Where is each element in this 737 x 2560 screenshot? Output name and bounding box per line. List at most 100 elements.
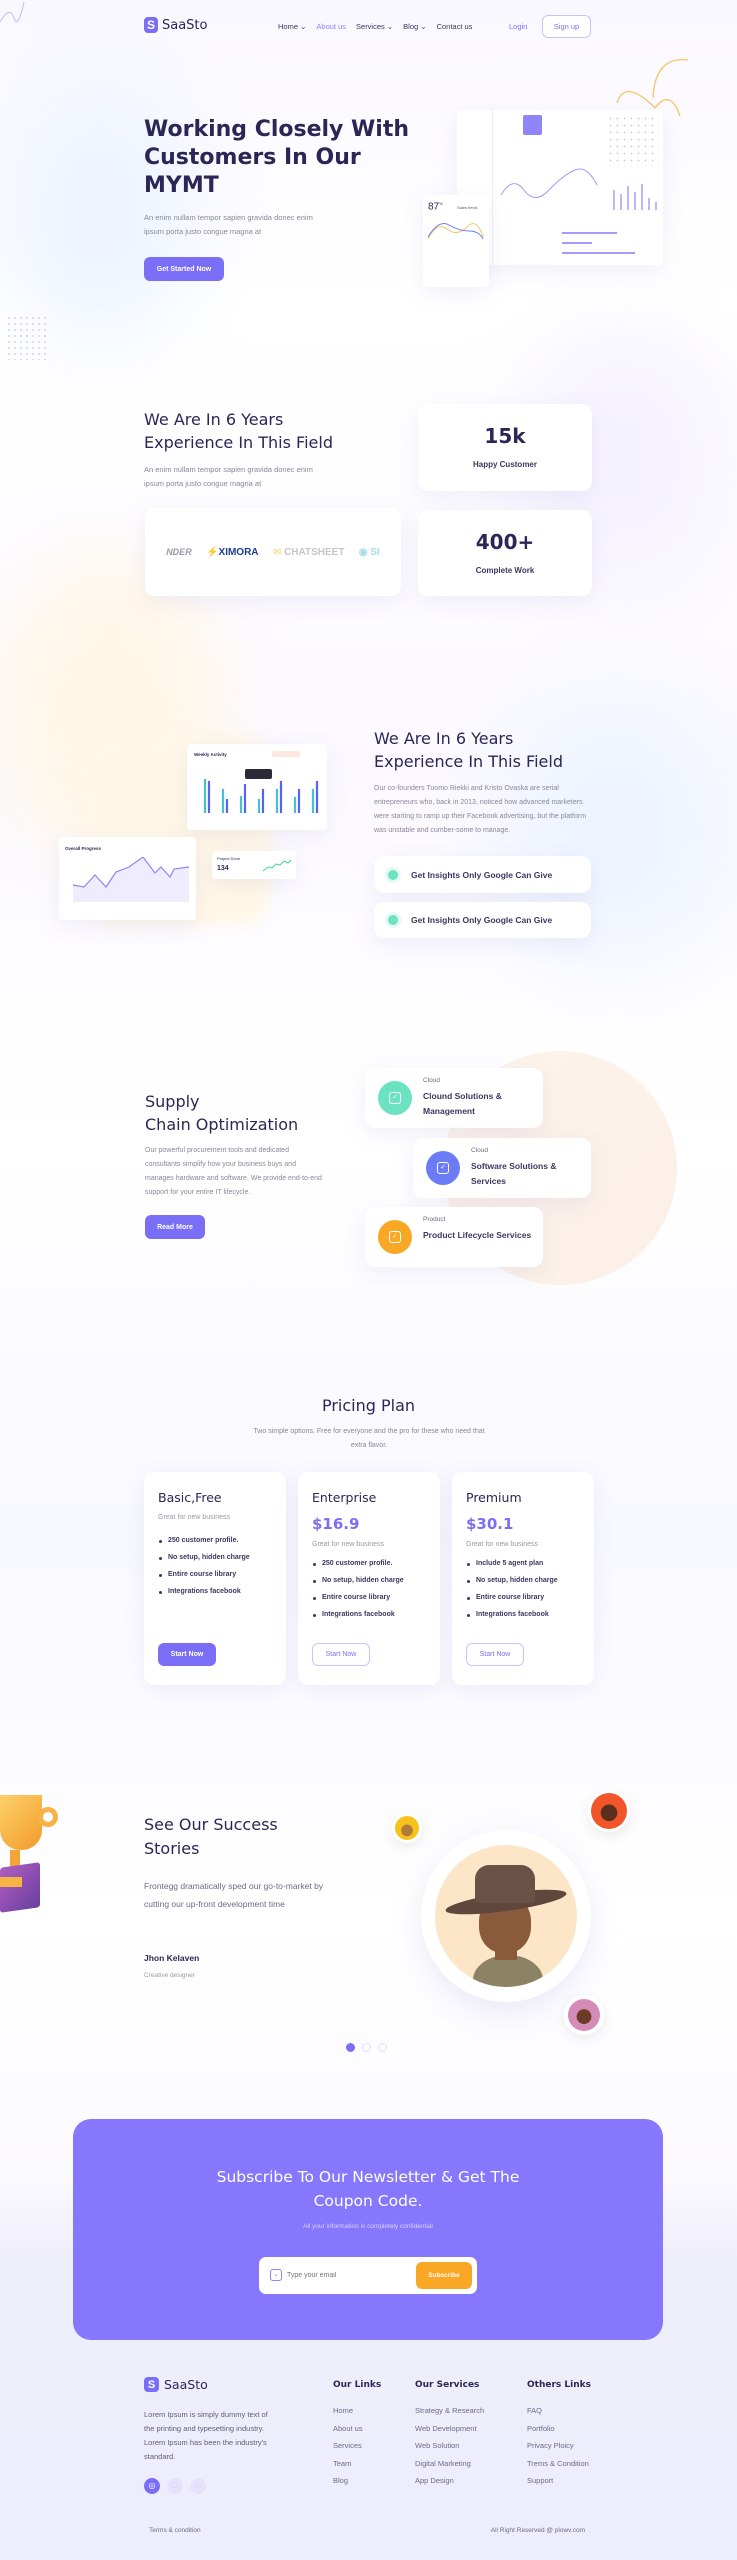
plan-feature: Entire course library: [312, 1594, 404, 1601]
avatar-small[interactable]: [588, 1790, 630, 1832]
nav-contact[interactable]: Contact us: [437, 22, 473, 31]
footer-link[interactable]: Portfolio: [527, 2424, 591, 2433]
bullet-icon: [388, 915, 398, 925]
footer-link[interactable]: About us: [333, 2424, 381, 2433]
youtube-icon[interactable]: ▭: [190, 2478, 206, 2494]
stat-label: Happy Customer: [472, 460, 537, 469]
read-more-button[interactable]: Read More: [145, 1215, 205, 1239]
footer-link[interactable]: Support: [527, 2476, 591, 2485]
signup-button[interactable]: Sign up: [542, 15, 591, 38]
service-title: Clound Solutions & Management: [423, 1091, 502, 1116]
nav-label: About us: [316, 22, 347, 31]
terms-link[interactable]: Terms & condition: [149, 2527, 201, 2534]
footer-link[interactable]: Digital Marketing: [415, 2459, 484, 2468]
partner-logo: ◉ SI: [358, 546, 380, 558]
service-icon-circle: ✓: [378, 1220, 412, 1254]
mail-icon: ⌄: [270, 2269, 282, 2281]
plan-feature: No setup, hidden charge: [466, 1577, 558, 1584]
footer-link[interactable]: App Design: [415, 2476, 484, 2485]
carousel-dot[interactable]: [378, 2043, 387, 2052]
plan-feature: 250 customer profile.: [312, 1560, 404, 1567]
overall-progress-card: Overall Progress: [59, 837, 196, 920]
carousel-dot[interactable]: [362, 2043, 371, 2052]
pricing-subtitle: Two simple options. Free for everyone an…: [253, 1428, 485, 1449]
sales-trend-label: Sales trend: [457, 205, 478, 210]
trophy-illustration: [0, 1795, 70, 1913]
subscribe-button[interactable]: Subscribe: [416, 2262, 472, 2289]
stat-value: 400+: [475, 530, 535, 554]
service-title: Product Lifecycle Services: [423, 1230, 532, 1240]
start-now-button[interactable]: Start Now: [312, 1643, 370, 1666]
project-done-label: Project Done: [217, 856, 241, 861]
nav-label: Services: [356, 22, 385, 31]
plan-name: Basic,Free: [158, 1490, 222, 1505]
nav-label: Home: [278, 22, 299, 31]
footer-link[interactable]: Services: [333, 2441, 381, 2450]
experience-text: An enim nullam tempor sapien gravida don…: [144, 465, 313, 488]
stat-label: Complete Work: [475, 566, 535, 575]
service-card[interactable]: ✓ Cloud Software Solutions & Services: [413, 1138, 591, 1198]
footer-link[interactable]: Blog: [333, 2476, 381, 2485]
hero-text: An enim nullam tempor sapien gravida don…: [144, 213, 313, 236]
avatar-small[interactable]: [392, 1813, 422, 1843]
footer-column: Our Links Home About us Services Team Blog: [333, 2380, 381, 2494]
pricing-title: Pricing Plan: [321, 1396, 416, 1415]
weekly-activity-card: Weekly Activity: [187, 744, 327, 830]
check-icon: ✓: [437, 1162, 449, 1174]
footer-column: Others Links FAQ Portfolio Privacy Ploicy T…: [527, 2380, 591, 2494]
linkedin-icon[interactable]: ▢: [167, 2478, 183, 2494]
pricing-card: Premium $30.1 Great for new business Inc…: [452, 1472, 594, 1685]
plan-feature: Entire course library: [466, 1594, 558, 1601]
overall-progress-label: Overall Progress: [65, 846, 102, 851]
footer-link[interactable]: Team: [333, 2459, 381, 2468]
pricing-card: Enterprise $16.9 Great for new business …: [298, 1472, 440, 1685]
about-title: We Are In 6 Years Experience In This Fie…: [374, 729, 563, 771]
feature-pill: Get Insights Only Google Can Give: [374, 856, 591, 893]
hero-title: Working Closely With Customers In Our MY…: [144, 117, 410, 198]
service-card[interactable]: ✓ Cloud Clound Solutions & Management: [365, 1068, 543, 1128]
plan-desc: Great for new business: [312, 1541, 384, 1548]
get-started-button[interactable]: Get Started Now: [144, 257, 224, 281]
footer-link[interactable]: Home: [333, 2406, 381, 2415]
logo-icon: S: [144, 17, 158, 33]
logo-text: SaaSto: [164, 2377, 208, 2392]
nav-about[interactable]: About us: [316, 22, 346, 31]
footer-link[interactable]: Web Development: [415, 2424, 484, 2433]
newsletter-title: Subscribe To Our Newsletter & Get The Co…: [216, 2168, 520, 2210]
plan-price: $30.1: [466, 1515, 514, 1533]
avatar-small[interactable]: [564, 1995, 604, 2035]
bullet-icon: [388, 869, 398, 880]
start-now-button[interactable]: Start Now: [158, 1643, 216, 1666]
carousel-dot-active[interactable]: [346, 2043, 355, 2052]
nav-home[interactable]: Home ⌄: [278, 22, 306, 31]
nav-blog[interactable]: Blog ⌄: [403, 22, 426, 31]
stat-value: 15k: [484, 424, 526, 448]
check-icon: ✓: [389, 1092, 401, 1104]
login-link[interactable]: Login: [509, 22, 527, 31]
start-now-button[interactable]: Start Now: [466, 1643, 524, 1666]
footer-link[interactable]: Web Solution: [415, 2441, 484, 2450]
partner-logo: ⚡XIMORA: [206, 546, 259, 558]
email-input[interactable]: [287, 2267, 407, 2284]
logo-icon: S: [144, 2377, 159, 2392]
plan-features: Include 5 agent plan No setup, hidden cha…: [466, 1560, 558, 1628]
service-card[interactable]: ✓ Product Product Lifecycle Services: [365, 1207, 543, 1267]
service-icon-circle: ✓: [378, 1081, 412, 1115]
footer-column-title: Our Links: [333, 2380, 382, 2390]
footer-link[interactable]: Trems & Condition: [527, 2459, 591, 2468]
service-tag: Product: [423, 1216, 446, 1223]
instagram-icon[interactable]: ◎: [144, 2478, 160, 2494]
logo[interactable]: S SaaSto: [144, 17, 208, 33]
experience-title: We Are In 6 Years Experience In This Fie…: [144, 410, 333, 452]
stat-card: 400+ Complete Work: [418, 510, 592, 596]
footer-link[interactable]: Strategy & Research: [415, 2406, 484, 2415]
footer-logo[interactable]: S SaaSto: [144, 2377, 208, 2392]
nav-services[interactable]: Services ⌄: [356, 22, 393, 31]
partner-logos: NDER ⚡XIMORA ✉ CHATSHEET ◉ SI: [145, 508, 401, 596]
plan-feature: Integrations facebook: [158, 1588, 250, 1595]
footer-link[interactable]: Privacy Ploicy: [527, 2441, 591, 2450]
footer-link[interactable]: FAQ: [527, 2406, 591, 2415]
nav-label: Blog: [403, 22, 419, 31]
plan-name: Premium: [466, 1490, 522, 1505]
plan-desc: Great for new business: [158, 1514, 230, 1521]
